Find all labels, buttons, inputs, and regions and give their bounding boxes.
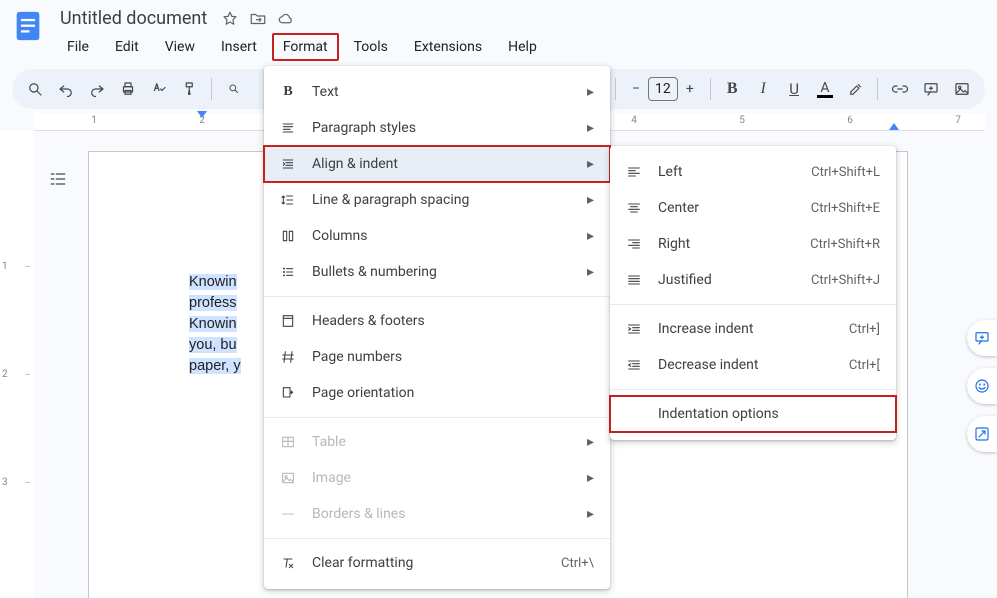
menu-file[interactable]: File — [56, 33, 100, 61]
menu-edit[interactable]: Edit — [104, 33, 150, 61]
align-indent-icon — [278, 156, 298, 172]
borders-icon — [278, 506, 298, 522]
chevron-right-icon: ▸ — [587, 264, 594, 280]
orientation-icon — [278, 385, 298, 401]
align-left-icon — [624, 164, 644, 180]
align-indent-submenu: Left Ctrl+Shift+L Center Ctrl+Shift+E Ri… — [610, 146, 896, 440]
side-panel-buttons — [967, 320, 997, 452]
decrease-indent-icon — [624, 357, 644, 373]
spellcheck-button[interactable] — [146, 75, 173, 103]
zoom-dropdown[interactable] — [220, 75, 247, 103]
menu-bar: File Edit View Insert Format Tools Exten… — [56, 33, 548, 61]
chevron-right-icon: ▸ — [587, 434, 594, 450]
chevron-right-icon: ▸ — [587, 120, 594, 136]
image-icon — [278, 470, 298, 486]
docs-logo[interactable] — [8, 6, 48, 46]
search-menus-button[interactable] — [22, 75, 49, 103]
format-borders-lines-item: Borders & lines ▸ — [264, 496, 610, 532]
hash-icon — [278, 349, 298, 365]
format-table-item: Table ▸ — [264, 424, 610, 460]
vertical-ruler[interactable]: 1 2 3 — [0, 131, 34, 598]
format-line-spacing-item[interactable]: Line & paragraph spacing ▸ — [264, 182, 610, 218]
menu-insert[interactable]: Insert — [210, 33, 268, 61]
menu-format[interactable]: Format — [272, 33, 339, 61]
format-bullets-item[interactable]: Bullets & numbering ▸ — [264, 254, 610, 290]
font-size-control: − 12 + — [624, 77, 702, 101]
undo-button[interactable] — [53, 75, 80, 103]
align-justified-item[interactable]: Justified Ctrl+Shift+J — [610, 262, 896, 298]
menu-tools[interactable]: Tools — [343, 33, 399, 61]
italic-button[interactable]: I — [750, 75, 777, 103]
chevron-right-icon: ▸ — [587, 470, 594, 486]
side-comment-button[interactable] — [967, 320, 997, 356]
side-emoji-button[interactable] — [967, 368, 997, 404]
increase-indent-icon — [624, 321, 644, 337]
chevron-right-icon: ▸ — [587, 84, 594, 100]
increase-indent-item[interactable]: Increase indent Ctrl+] — [610, 311, 896, 347]
menu-help[interactable]: Help — [497, 33, 548, 61]
columns-icon — [278, 228, 298, 244]
text-color-button[interactable]: A — [812, 75, 839, 103]
format-paragraph-styles-item[interactable]: Paragraph styles ▸ — [264, 110, 610, 146]
chevron-right-icon: ▸ — [587, 228, 594, 244]
format-page-orientation-item[interactable]: Page orientation — [264, 375, 610, 411]
paint-format-button[interactable] — [177, 75, 204, 103]
bold-button[interactable]: B — [719, 75, 746, 103]
underline-button[interactable]: U — [781, 75, 808, 103]
chevron-right-icon: ▸ — [587, 192, 594, 208]
redo-button[interactable] — [84, 75, 111, 103]
align-right-item[interactable]: Right Ctrl+Shift+R — [610, 226, 896, 262]
paragraph-icon — [278, 120, 298, 136]
decrease-indent-item[interactable]: Decrease indent Ctrl+[ — [610, 347, 896, 383]
document-outline-button[interactable] — [40, 161, 76, 197]
right-indent-marker[interactable] — [889, 123, 899, 130]
chevron-right-icon: ▸ — [587, 506, 594, 522]
format-headers-footers-item[interactable]: Headers & footers — [264, 303, 610, 339]
headers-icon — [278, 313, 298, 329]
menu-extensions[interactable]: Extensions — [403, 33, 493, 61]
insert-image-button[interactable] — [948, 75, 975, 103]
add-comment-button[interactable] — [917, 75, 944, 103]
format-page-numbers-item[interactable]: Page numbers — [264, 339, 610, 375]
font-size-value[interactable]: 12 — [648, 77, 678, 101]
line-spacing-icon — [278, 192, 298, 208]
print-button[interactable] — [115, 75, 142, 103]
align-right-icon — [624, 236, 644, 252]
insert-link-button[interactable] — [886, 75, 913, 103]
align-center-item[interactable]: Center Ctrl+Shift+E — [610, 190, 896, 226]
format-clear-formatting-item[interactable]: Clear formatting Ctrl+\ — [264, 545, 610, 581]
chevron-right-icon: ▸ — [587, 156, 594, 172]
side-suggest-button[interactable] — [967, 416, 997, 452]
bullets-icon — [278, 264, 298, 280]
table-icon — [278, 434, 298, 450]
align-left-item[interactable]: Left Ctrl+Shift+L — [610, 154, 896, 190]
font-size-increase[interactable]: + — [678, 77, 702, 101]
menu-view[interactable]: View — [154, 33, 206, 61]
format-columns-item[interactable]: Columns ▸ — [264, 218, 610, 254]
highlight-color-button[interactable] — [842, 75, 869, 103]
format-image-item: Image ▸ — [264, 460, 610, 496]
move-icon[interactable] — [249, 10, 267, 28]
format-text-item[interactable]: B Text ▸ — [264, 74, 610, 110]
document-title[interactable]: Untitled document — [56, 6, 211, 31]
format-menu-dropdown: B Text ▸ Paragraph styles ▸ Align & inde… — [264, 66, 610, 589]
align-justify-icon — [624, 272, 644, 288]
header: Untitled document File Edit View Insert … — [0, 0, 997, 61]
indentation-options-item[interactable]: Indentation options — [610, 396, 896, 432]
cloud-status-icon[interactable] — [277, 10, 295, 28]
bold-icon: B — [278, 84, 298, 100]
format-align-indent-item[interactable]: Align & indent ▸ — [264, 146, 610, 182]
align-center-icon — [624, 200, 644, 216]
font-size-decrease[interactable]: − — [624, 77, 648, 101]
clear-format-icon — [278, 555, 298, 571]
star-icon[interactable] — [221, 10, 239, 28]
